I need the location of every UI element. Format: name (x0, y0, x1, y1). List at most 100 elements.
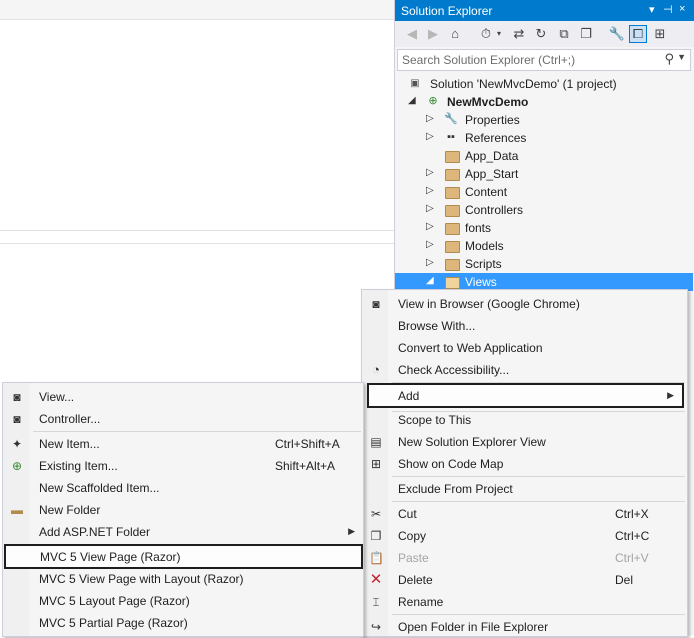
forward-icon[interactable]: ▶ (424, 25, 442, 43)
menu-item-label: New Item... (39, 437, 100, 451)
view-class-diagram-icon[interactable]: ⊞ (651, 25, 669, 43)
tree-item-references[interactable]: ▷ ▪▪ References (395, 129, 693, 147)
menu-item-label: Add (398, 389, 420, 403)
folder-icon (445, 259, 460, 271)
collapsed-arrow-icon[interactable]: ▷ (426, 257, 434, 268)
expanded-arrow-icon[interactable]: ◢ (408, 95, 416, 106)
menu-item-copy[interactable]: ❐ Copy Ctrl+C (362, 525, 687, 547)
add-submenu: ◙ View... ◙ Controller... ✦ New Item... … (2, 382, 364, 637)
collapsed-arrow-icon[interactable]: ▷ (426, 167, 434, 178)
home-icon[interactable]: ⌂ (446, 25, 464, 43)
tree-item-label: App_Start (465, 167, 519, 181)
menu-item-convert-to-web-application[interactable]: Convert to Web Application (362, 337, 687, 359)
tree-item-label: Scripts (465, 257, 502, 271)
preview-selected-items-icon[interactable]: ⧠ (629, 25, 647, 43)
submenu-item-view[interactable]: ◙ View... (3, 386, 363, 408)
menu-item-label: MVC 5 View Page (Razor) (40, 550, 181, 564)
menu-separator (392, 501, 685, 502)
menu-item-label: Exclude From Project (398, 482, 513, 496)
tree-item-label: Views (465, 275, 497, 289)
menu-item-label: MVC 5 View Page with Layout (Razor) (39, 572, 244, 586)
submenu-item-mvc5-view-page-with-layout[interactable]: MVC 5 View Page with Layout (Razor) (3, 568, 363, 590)
menu-item-check-accessibility[interactable]: ◔ Check Accessibility... (362, 359, 687, 381)
menu-item-new-solution-explorer-view[interactable]: ▤ New Solution Explorer View (362, 431, 687, 453)
collapsed-arrow-icon[interactable]: ▷ (426, 239, 434, 250)
window-position-dropdown-icon[interactable]: ▾ (649, 3, 655, 16)
tree-item-label: App_Data (465, 149, 519, 163)
back-icon[interactable]: ◀ (403, 25, 421, 43)
menu-item-scope-to-this[interactable]: Scope to This (362, 409, 687, 431)
refresh-icon[interactable]: ↻ (532, 25, 550, 43)
menu-item-label: New Scaffolded Item... (39, 481, 160, 495)
search-options-dropdown-icon[interactable]: ▼ (677, 52, 686, 62)
show-all-files-icon[interactable]: ❐ (577, 25, 595, 43)
tree-item-properties[interactable]: ▷ 🔧 Properties (395, 111, 693, 129)
collapsed-arrow-icon[interactable]: ▷ (426, 203, 434, 214)
controller-icon: ◙ (13, 412, 21, 426)
search-icon[interactable]: ⚲ (664, 51, 674, 67)
tree-item-models[interactable]: ▷ Models (395, 237, 693, 255)
tree-label-project: NewMvcDemo (447, 95, 529, 109)
submenu-item-controller[interactable]: ◙ Controller... (3, 408, 363, 430)
menu-item-browse-with[interactable]: Browse With... (362, 315, 687, 337)
pin-icon[interactable]: ⊣ (663, 3, 673, 16)
submenu-item-add-aspnet-folder[interactable]: Add ASP.NET Folder ▶ (3, 521, 363, 543)
sync-with-document-icon[interactable]: ⇄ (510, 25, 528, 43)
search-input[interactable] (402, 52, 662, 67)
submenu-item-new-scaffolded-item[interactable]: New Scaffolded Item... (3, 477, 363, 499)
menu-item-show-on-code-map[interactable]: ⊞ Show on Code Map (362, 453, 687, 475)
menu-item-label: Delete (398, 573, 433, 587)
menu-item-label: Check Accessibility... (398, 363, 510, 377)
solution-explorer-search[interactable]: ⚲ ▼ (397, 49, 691, 71)
close-icon[interactable]: × (679, 3, 685, 15)
menu-item-label: Copy (398, 529, 427, 543)
submenu-item-mvc5-partial-page[interactable]: MVC 5 Partial Page (Razor) (3, 612, 363, 634)
menu-item-label: MVC 5 Partial Page (Razor) (39, 616, 188, 630)
menu-item-view-in-browser[interactable]: ◙ View in Browser (Google Chrome) (362, 293, 687, 315)
menu-item-rename[interactable]: ⌶ Rename (362, 591, 687, 613)
tree-item-scripts[interactable]: ▷ Scripts (395, 255, 693, 273)
tree-row-project[interactable]: ◢ ⊕ NewMvcDemo (395, 93, 693, 111)
filter-dropdown-icon[interactable]: ▾ (490, 25, 508, 43)
collapsed-arrow-icon[interactable]: ▷ (426, 185, 434, 196)
menu-item-label: View... (39, 390, 75, 404)
tree-item-fonts[interactable]: ▷ fonts (395, 219, 693, 237)
submenu-item-new-folder[interactable]: ▬ New Folder (3, 499, 363, 521)
menu-item-exclude-from-project[interactable]: Exclude From Project (362, 478, 687, 500)
menu-item-label: New Solution Explorer View (398, 435, 546, 449)
menu-item-cut[interactable]: ✂ Cut Ctrl+X (362, 503, 687, 525)
folder-icon (445, 205, 460, 217)
editor-tab-strip (0, 0, 394, 20)
expanded-arrow-icon[interactable]: ◢ (426, 275, 434, 286)
delete-icon: ✕ (369, 571, 383, 588)
browser-icon: ◙ (372, 297, 380, 311)
tree-item-app-start[interactable]: ▷ App_Start (395, 165, 693, 183)
menu-item-label: Open Folder in File Explorer (398, 620, 549, 634)
tree-item-app-data[interactable]: App_Data (395, 147, 693, 165)
new-item-icon: ✦ (11, 437, 23, 451)
menu-item-label: MVC 5 Layout Page (Razor) (39, 594, 190, 608)
submenu-item-mvc5-view-page[interactable]: MVC 5 View Page (Razor) (4, 544, 363, 569)
menu-item-label: Paste (398, 551, 429, 565)
menu-item-delete[interactable]: ✕ Delete Del (362, 569, 687, 591)
submenu-item-mvc5-layout-page[interactable]: MVC 5 Layout Page (Razor) (3, 590, 363, 612)
menu-item-shortcut: Ctrl+C (615, 529, 650, 543)
submenu-item-existing-item[interactable]: ⊕ Existing Item... Shift+Alt+A (3, 455, 363, 477)
copy-icon: ❐ (370, 529, 382, 543)
collapsed-arrow-icon[interactable]: ▷ (426, 221, 434, 232)
menu-item-label: Show on Code Map (398, 457, 504, 471)
existing-item-icon: ⊕ (11, 459, 23, 473)
collapse-all-icon[interactable]: ⧉ (555, 25, 573, 43)
menu-item-add[interactable]: Add ▶ (367, 383, 684, 408)
solution-icon: ▣ (410, 78, 420, 89)
collapsed-arrow-icon[interactable]: ▷ (426, 131, 434, 142)
web-project-icon: ⊕ (428, 95, 438, 107)
new-view-icon: ▤ (370, 435, 382, 449)
properties-icon[interactable]: 🔧 (608, 25, 626, 43)
folder-icon (445, 241, 460, 253)
submenu-item-new-item[interactable]: ✦ New Item... Ctrl+Shift+A (3, 433, 363, 455)
tree-row-solution[interactable]: ▣ Solution 'NewMvcDemo' (1 project) (395, 75, 693, 93)
collapsed-arrow-icon[interactable]: ▷ (426, 113, 434, 124)
tree-item-content[interactable]: ▷ Content (395, 183, 693, 201)
tree-item-controllers[interactable]: ▷ Controllers (395, 201, 693, 219)
